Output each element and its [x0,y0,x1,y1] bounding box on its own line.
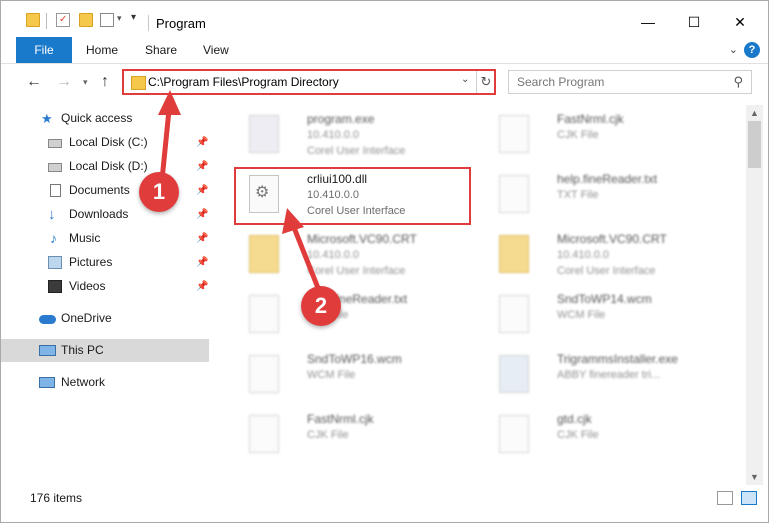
navigation-pane: ★ Quick access Local Disk (C:) 📌 Local D… [1,105,211,485]
text-file-icon [249,295,279,333]
folder-icon [131,76,146,90]
address-path[interactable]: C:\Program Files\Program Directory [148,75,339,89]
minimize-button[interactable]: — [625,9,671,35]
pin-icon[interactable]: 📌 [196,179,208,202]
title-separator [148,15,149,31]
pin-icon[interactable]: 📌 [196,131,208,154]
step-badge-1: 1 [139,172,179,212]
tab-home[interactable]: Home [86,37,118,63]
nav-network[interactable]: Network [1,371,209,394]
file-item[interactable]: program.exe 10.410.0.0 Corel User Interf… [229,107,469,159]
file-item[interactable]: gtd.cjk CJK File [479,407,719,459]
file-item[interactable]: SndToWP14.wcm WCM File [479,287,719,339]
scroll-thumb[interactable] [748,121,761,168]
nav-local-disk-c[interactable]: Local Disk (C:) 📌 [1,131,209,154]
pictures-icon [48,256,62,269]
file-list: program.exe 10.410.0.0 Corel User Interf… [215,105,745,485]
folder-icon [249,235,279,273]
address-bar[interactable]: C:\Program Files\Program Directory ⌄ ↻ [122,69,496,95]
download-icon: ↓ [48,206,56,223]
executable-icon [249,115,279,153]
nav-downloads[interactable]: ↓ Downloads 📌 [1,203,209,226]
back-icon[interactable]: ← [26,73,42,91]
file-item[interactable]: SndToWP16.wcm WCM File [229,347,469,399]
file-icon [499,115,529,153]
search-input[interactable]: Search Program ⚲ [508,70,752,94]
title-bar: ✓ ▾ ▾ Program — ☐ ✕ [1,1,768,35]
drive-icon [48,139,62,148]
pin-icon[interactable]: 📌 [196,203,208,226]
item-count: 176 items [30,491,83,505]
status-bar: 176 items [1,487,768,511]
computer-icon [39,345,56,356]
close-button[interactable]: ✕ [717,9,763,35]
tab-share[interactable]: Share [145,37,177,63]
file-icon [499,415,529,453]
nav-pictures[interactable]: Pictures 📌 [1,251,209,274]
nav-onedrive[interactable]: OneDrive [1,307,209,330]
file-item[interactable]: help.fineReader.txt TXT File [229,287,469,339]
customize-toolbar-icon[interactable]: ▾ [131,12,136,23]
divider [46,13,47,29]
star-icon: ★ [41,111,53,126]
file-item[interactable]: FastNrml.cjk CJK File [229,407,469,459]
up-icon[interactable]: ↑ [101,73,109,91]
scroll-up-icon[interactable]: ▲ [746,105,763,121]
help-button[interactable]: ? [744,42,760,58]
file-icon [249,415,279,453]
pin-icon[interactable]: 📌 [196,155,208,178]
music-icon: ♪ [50,230,57,246]
nav-music[interactable]: ♪ Music 📌 [1,227,209,250]
ribbon-tabs: File Home Share View ⌄ ? [1,37,768,64]
pin-icon[interactable]: 📌 [196,227,208,250]
recent-locations-icon[interactable]: ▾ [83,77,88,88]
selected-file-highlight [234,167,471,225]
videos-icon [48,280,62,293]
file-icon [249,355,279,393]
large-icons-view-icon[interactable] [741,491,757,505]
explorer-window: ✓ ▾ ▾ Program — ☐ ✕ File Home Share View… [0,0,769,523]
refresh-icon[interactable]: ↻ [476,71,495,93]
nav-quick-access[interactable]: ★ Quick access [1,107,209,130]
file-icon [499,295,529,333]
view-options-icon[interactable] [100,13,114,27]
text-file-icon [499,175,529,213]
installer-icon [499,355,529,393]
window-title: Program [156,16,206,31]
vertical-scrollbar[interactable]: ▲ ▼ [746,105,763,485]
maximize-button[interactable]: ☐ [671,9,717,35]
nav-videos[interactable]: Videos 📌 [1,275,209,298]
scroll-down-icon[interactable]: ▼ [746,469,763,485]
tab-view[interactable]: View [203,37,229,63]
search-icon[interactable]: ⚲ [733,74,743,90]
pin-icon[interactable]: 📌 [196,251,208,274]
drive-icon [48,163,62,172]
address-row: ← → ▾ ↑ C:\Program Files\Program Directo… [1,65,768,101]
folder-icon [499,235,529,273]
forward-icon[interactable]: → [56,73,72,91]
details-view-icon[interactable] [717,491,733,505]
properties-icon[interactable]: ✓ [56,13,70,27]
tab-file[interactable]: File [16,37,72,63]
file-item[interactable]: Microsoft.VC90.CRT 10.410.0.0 Corel User… [229,227,469,279]
expand-ribbon-icon[interactable]: ⌄ [729,43,738,56]
pin-icon[interactable]: 📌 [196,275,208,298]
documents-icon [50,184,61,197]
nav-local-disk-d[interactable]: Local Disk (D:) 📌 [1,155,209,178]
file-item[interactable]: help.fineReader.txt TXT File [479,167,719,219]
network-icon [39,377,55,388]
search-placeholder: Search Program [517,75,605,89]
chevron-down-icon[interactable]: ▾ [117,13,122,24]
file-item[interactable]: FastNrml.cjk CJK File [479,107,719,159]
new-folder-icon[interactable] [79,13,93,27]
nav-this-pc[interactable]: This PC [1,339,209,362]
chevron-down-icon[interactable]: ⌄ [461,74,469,85]
file-item[interactable]: Microsoft.VC90.CRT 10.410.0.0 Corel User… [479,227,719,279]
file-item[interactable]: TrigrammsInstaller.exe ABBY finereader t… [479,347,719,399]
folder-icon [26,13,40,27]
step-badge-2: 2 [301,286,341,326]
cloud-icon [39,315,56,324]
